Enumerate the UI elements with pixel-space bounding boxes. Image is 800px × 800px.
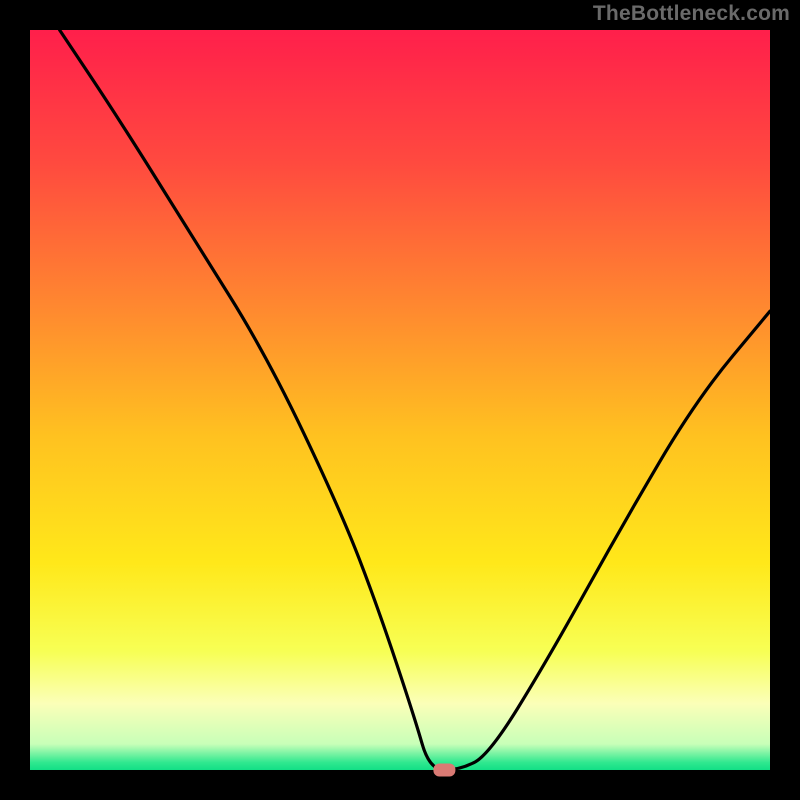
watermark-text: TheBottleneck.com [593, 2, 790, 26]
plot-background [30, 30, 770, 770]
optimal-point-marker [433, 764, 455, 777]
chart-frame: TheBottleneck.com [0, 0, 800, 800]
bottleneck-chart [0, 0, 800, 800]
